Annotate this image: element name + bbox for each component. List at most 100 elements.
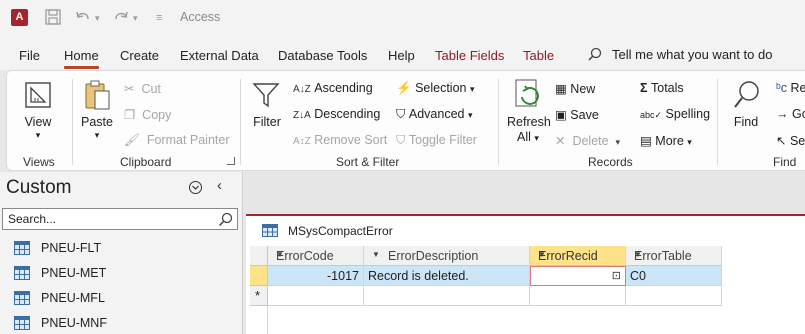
- toggle-filter-icon: ⛉: [396, 133, 406, 147]
- nav-item-table[interactable]: PNEU-MFL: [0, 286, 240, 311]
- table-cell[interactable]: C0: [626, 266, 722, 286]
- column-dropdown-icon[interactable]: ▼: [276, 250, 357, 259]
- table-cell[interactable]: Record is deleted.: [364, 266, 530, 286]
- group-divider: [717, 79, 718, 165]
- document-tab-title: MSysCompactError: [288, 224, 393, 238]
- view-button[interactable]: View: [20, 115, 56, 129]
- nav-menu-dropdown-icon[interactable]: [188, 180, 203, 198]
- chevron-down-icon: ▾: [469, 84, 475, 94]
- more-icon: ▤: [640, 134, 652, 148]
- cell-builder-icon[interactable]: ⊡: [612, 269, 621, 282]
- paste-dropdown-icon[interactable]: ▾: [77, 130, 117, 141]
- table-cell[interactable]: -1017: [268, 266, 364, 286]
- selection-button[interactable]: ⚡ Selection ▾: [396, 81, 475, 96]
- totals-label: Totals: [651, 81, 684, 95]
- selection-icon: ⚡: [396, 81, 412, 95]
- column-header[interactable]: ErrorCode ▼: [268, 246, 364, 266]
- column-dropdown-icon[interactable]: ▼: [372, 250, 523, 259]
- nav-pane-title[interactable]: Custom: [6, 177, 71, 199]
- new-row-cell[interactable]: [268, 286, 364, 306]
- tab-home[interactable]: Home: [64, 48, 99, 69]
- replace-icon: ᵇc: [776, 81, 787, 95]
- new-record-button[interactable]: ▦ New: [555, 81, 595, 96]
- delete-icon: ✕: [555, 134, 566, 148]
- column-header[interactable]: ErrorRecid ▼: [530, 246, 626, 266]
- new-row-cell[interactable]: [626, 286, 722, 306]
- tab-external-data[interactable]: External Data: [180, 48, 259, 63]
- nav-item-table[interactable]: PNEU-FLT: [0, 236, 240, 261]
- column-dropdown-icon[interactable]: ▼: [634, 250, 715, 259]
- column-header[interactable]: ErrorTable ▼: [626, 246, 722, 266]
- tab-database-tools[interactable]: Database Tools: [278, 48, 367, 63]
- new-row-selector[interactable]: *: [250, 286, 268, 306]
- copy-button[interactable]: ❐ Copy: [124, 107, 171, 122]
- filter-button[interactable]: Filter: [249, 115, 285, 129]
- column-dropdown-icon[interactable]: ▼: [538, 250, 619, 259]
- tell-me-box[interactable]: Tell me what you want to do: [588, 47, 772, 62]
- nav-search-input[interactable]: Search...: [2, 208, 238, 230]
- undo-icon[interactable]: [74, 8, 92, 28]
- undo-dropdown-icon[interactable]: ▾: [95, 8, 100, 28]
- totals-button[interactable]: Σ Totals: [640, 81, 684, 95]
- column-header[interactable]: ErrorDescription ▼: [364, 246, 530, 266]
- datasheet-grid: ErrorCode ▼ ErrorDescription ▼ ErrorRecid ▼…: [250, 246, 805, 334]
- advanced-label: Advanced: [408, 107, 465, 121]
- toggle-filter-button[interactable]: ⛉ Toggle Filter: [396, 133, 477, 148]
- row-selector[interactable]: [250, 266, 268, 286]
- clipboard-launcher-icon[interactable]: [227, 157, 235, 165]
- ribbon: View ▾ Views Paste ▾ ✂ Cut ❐ Copy 🖌 Form…: [6, 70, 805, 171]
- descending-button[interactable]: Z↓A Descending: [293, 107, 380, 121]
- new-row-cell[interactable]: [530, 286, 626, 306]
- chevron-down-icon: ▾: [615, 137, 621, 147]
- format-painter-button[interactable]: 🖌 Format Painter: [124, 133, 230, 148]
- customize-qat-icon[interactable]: ≡: [156, 8, 162, 28]
- redo-dropdown-icon[interactable]: ▾: [133, 8, 138, 28]
- redo-icon[interactable]: [112, 8, 130, 28]
- nav-item-table[interactable]: PNEU-MNF: [0, 311, 240, 334]
- paste-button[interactable]: Paste: [77, 115, 117, 129]
- title-bar: A ▾ ▾ ≡ Access: [0, 0, 805, 36]
- nav-item-table[interactable]: PNEU-MET: [0, 261, 240, 286]
- search-icon: [588, 47, 602, 61]
- remove-sort-label: Remove Sort: [314, 133, 388, 147]
- save-label: Save: [570, 108, 599, 122]
- nav-item-label: PNEU-FLT: [41, 241, 102, 255]
- remove-sort-button[interactable]: A↕Z Remove Sort: [293, 133, 387, 147]
- view-dropdown-icon[interactable]: ▾: [20, 130, 56, 141]
- totals-sigma-icon: Σ: [640, 81, 648, 95]
- sort-ascending-icon: A↓Z: [293, 84, 311, 95]
- clipboard-group-label: Clipboard: [120, 155, 172, 169]
- active-cell[interactable]: ⊡: [530, 266, 626, 286]
- tab-file[interactable]: File: [19, 48, 40, 63]
- spelling-button[interactable]: abc✓ Spelling: [640, 107, 710, 121]
- ascending-button[interactable]: A↓Z Ascending: [293, 81, 373, 95]
- new-row-cell[interactable]: [364, 286, 530, 306]
- document-area: MSysCompactError ErrorCode ▼ ErrorDescrip…: [244, 172, 805, 334]
- select-label: Se: [789, 134, 805, 148]
- refresh-all-button[interactable]: Refresh: [507, 115, 551, 129]
- chevron-down-icon: ▾: [467, 110, 473, 120]
- nav-item-label: PNEU-MFL: [41, 291, 105, 305]
- document-tab[interactable]: MSysCompactError: [262, 224, 393, 238]
- tab-help[interactable]: Help: [388, 48, 415, 63]
- save-icon[interactable]: [44, 8, 62, 28]
- tab-table[interactable]: Table: [523, 48, 554, 63]
- select-button[interactable]: ↖ Se: [776, 133, 805, 148]
- goto-arrow-icon: →: [776, 107, 789, 121]
- more-button[interactable]: ▤ More ▾: [640, 133, 692, 148]
- find-button[interactable]: Find: [728, 115, 764, 129]
- tab-create[interactable]: Create: [120, 48, 159, 63]
- cut-label: Cut: [141, 82, 161, 96]
- collapse-pane-icon[interactable]: ‹: [217, 177, 222, 194]
- paste-icon: [85, 80, 110, 110]
- tab-table-fields[interactable]: Table Fields: [435, 48, 504, 63]
- replace-label: Re: [790, 81, 805, 95]
- save-record-button[interactable]: ▣ Save: [555, 107, 599, 122]
- delete-record-button[interactable]: ✕ Delete ▾: [555, 133, 620, 148]
- cut-button[interactable]: ✂ Cut: [124, 81, 161, 96]
- advanced-button[interactable]: ⛉ Advanced ▾: [396, 107, 473, 122]
- table-icon: [262, 224, 278, 237]
- select-all-corner[interactable]: [250, 246, 268, 266]
- replace-button[interactable]: ᵇc Re: [776, 81, 805, 95]
- goto-button[interactable]: → Go: [776, 107, 805, 121]
